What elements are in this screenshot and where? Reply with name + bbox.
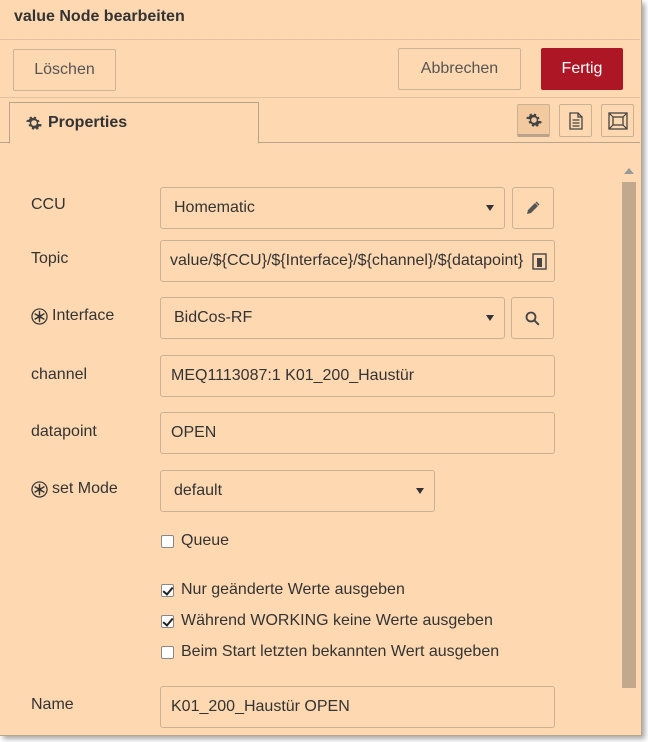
interface-label-text: Interface (52, 307, 115, 324)
interface-label: Interface (31, 307, 114, 325)
channel-input[interactable]: MEQ1113087:1 K01_200_Haustür (160, 355, 555, 397)
channel-input-value: MEQ1113087:1 K01_200_Haustür (171, 367, 415, 384)
gear-icon (26, 116, 42, 130)
set-mode-label-text: set Mode (52, 480, 118, 497)
topic-label: Topic (31, 250, 69, 267)
set-mode-select[interactable]: default (160, 470, 435, 512)
working-checkbox[interactable] (161, 614, 174, 628)
dialog-header: value Node bearbeiten (0, 0, 640, 40)
chevron-down-icon (416, 488, 424, 494)
tab-icon-appearance[interactable] (601, 104, 634, 137)
tab-properties[interactable]: Properties (9, 102, 259, 144)
topic-input[interactable]: value/${CCU}/${Interface}/${channel}/${d… (160, 240, 555, 282)
scrollbar[interactable] (620, 164, 638, 735)
done-button[interactable]: Fertig (541, 48, 623, 90)
scroll-thumb[interactable] (622, 182, 636, 688)
document-icon (568, 111, 583, 130)
name-label: Name (31, 696, 74, 713)
changes-only-checkbox[interactable] (161, 583, 174, 597)
interface-select[interactable]: BidCos-RF (160, 297, 505, 339)
name-input[interactable]: K01_200_Haustür OPEN (160, 686, 555, 728)
variable-icon[interactable] (532, 252, 548, 272)
tab-icon-settings[interactable] (517, 104, 550, 137)
search-interface-button[interactable] (511, 297, 554, 339)
queue-checkbox[interactable] (161, 534, 174, 548)
edit-ccu-button[interactable] (512, 187, 554, 229)
chevron-down-icon (486, 205, 494, 211)
set-mode-select-value: default (174, 482, 223, 499)
chevron-down-icon (486, 315, 494, 321)
interface-select-value: BidCos-RF (174, 309, 253, 326)
ccu-select[interactable]: Homematic (160, 187, 505, 229)
dialog-title: value Node bearbeiten (14, 8, 185, 25)
snowflake-icon (31, 307, 48, 325)
ccu-select-value: Homematic (174, 199, 255, 216)
scroll-up-arrow-icon[interactable] (624, 168, 634, 174)
search-icon (525, 311, 540, 326)
topic-input-value: value/${CCU}/${Interface}/${channel}/${d… (170, 252, 524, 269)
datapoint-label: datapoint (31, 423, 97, 440)
queue-checkbox-row[interactable]: Queue (161, 532, 229, 550)
changes-only-checkbox-label: Nur geänderte Werte ausgeben (181, 581, 405, 598)
datapoint-input[interactable]: OPEN (160, 412, 555, 454)
on-start-checkbox-label: Beim Start letzten bekannten Wert ausgeb… (181, 643, 500, 660)
changes-only-checkbox-row[interactable]: Nur geänderte Werte ausgeben (161, 581, 405, 599)
name-input-value: K01_200_Haustür OPEN (171, 698, 350, 715)
queue-checkbox-label: Queue (181, 532, 230, 549)
delete-button[interactable]: Löschen (13, 49, 116, 91)
working-checkbox-row[interactable]: Während WORKING keine Werte ausgeben (161, 612, 493, 630)
pencil-icon (527, 201, 540, 214)
cancel-button[interactable]: Abbrechen (398, 48, 521, 90)
snowflake-icon (31, 480, 48, 498)
working-checkbox-label: Während WORKING keine Werte ausgeben (181, 612, 493, 629)
edit-dialog: value Node bearbeiten Löschen Abbrechen … (0, 0, 642, 736)
on-start-checkbox-row[interactable]: Beim Start letzten bekannten Wert ausgeb… (161, 643, 499, 661)
dialog-toolbar: Löschen Abbrechen Fertig (0, 40, 640, 98)
datapoint-input-value: OPEN (171, 424, 217, 441)
on-start-checkbox[interactable] (161, 645, 174, 659)
channel-label: channel (31, 366, 88, 383)
set-mode-label: set Mode (31, 480, 118, 498)
ccu-label: CCU (31, 196, 66, 213)
tab-properties-label: Properties (48, 114, 128, 131)
gear-icon (525, 113, 542, 127)
tab-icon-description[interactable] (559, 104, 592, 137)
frame-icon (607, 111, 628, 130)
tab-bar: Properties (0, 98, 640, 144)
